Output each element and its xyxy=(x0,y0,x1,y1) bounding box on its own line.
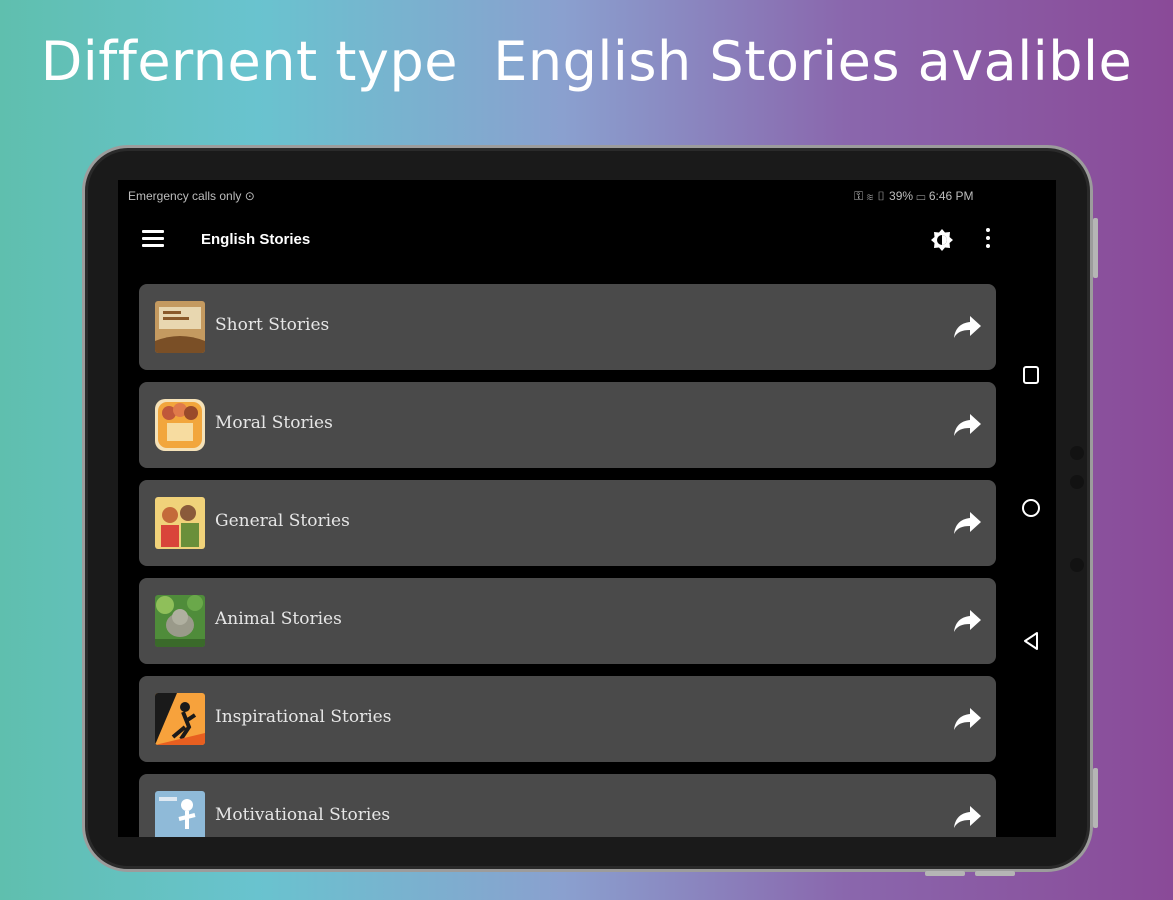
app-bar: English Stories xyxy=(118,212,1056,268)
share-arrow-icon[interactable] xyxy=(953,608,983,634)
category-label: Animal Stories xyxy=(215,609,342,629)
more-vert-icon[interactable] xyxy=(984,228,992,252)
status-carrier-text: Emergency calls only ⊙ xyxy=(128,189,255,203)
short-stories-thumbnail xyxy=(155,301,205,353)
tablet-bottom-button xyxy=(975,871,1015,876)
share-arrow-icon[interactable] xyxy=(953,510,983,536)
status-bar: Emergency calls only ⊙ ⚿ ≋ ▯ 39% ▭ 6:46 … xyxy=(118,180,1056,212)
tablet-camera xyxy=(1070,446,1084,460)
category-label: Motivational Stories xyxy=(215,805,391,825)
share-arrow-icon[interactable] xyxy=(953,314,983,340)
motivational-stories-thumbnail xyxy=(155,791,205,837)
tablet-sensor xyxy=(1070,475,1084,489)
tablet-side-button xyxy=(1093,768,1098,828)
animal-stories-thumbnail xyxy=(155,595,205,647)
nav-back-icon[interactable] xyxy=(1022,631,1040,656)
category-label: Moral Stories xyxy=(215,413,333,433)
category-card-motivational-stories[interactable]: Motivational Stories xyxy=(139,774,996,837)
brightness-icon[interactable] xyxy=(930,228,954,252)
tablet-side-button xyxy=(1093,218,1098,278)
category-card-moral-stories[interactable]: Moral Stories xyxy=(139,382,996,468)
category-card-inspirational-stories[interactable]: Inspirational Stories xyxy=(139,676,996,762)
app-title: English Stories xyxy=(201,231,311,248)
nav-home-icon[interactable] xyxy=(1021,498,1041,523)
category-card-general-stories[interactable]: General Stories xyxy=(139,480,996,566)
inspirational-stories-thumbnail xyxy=(155,693,205,745)
category-label: General Stories xyxy=(215,511,350,531)
category-label: Short Stories xyxy=(215,315,330,335)
category-card-animal-stories[interactable]: Animal Stories xyxy=(139,578,996,664)
general-stories-thumbnail xyxy=(155,497,205,549)
promo-headline: Differnent type English Stories avalible xyxy=(40,30,1133,93)
app-screen: Emergency calls only ⊙ ⚿ ≋ ▯ 39% ▭ 6:46 … xyxy=(118,180,1056,837)
category-card-short-stories[interactable]: Short Stories xyxy=(139,284,996,370)
tablet-sensor xyxy=(1070,558,1084,572)
share-arrow-icon[interactable] xyxy=(953,412,983,438)
moral-stories-thumbnail xyxy=(155,399,205,451)
tablet-bottom-button xyxy=(925,871,965,876)
hamburger-menu-icon[interactable] xyxy=(142,230,164,248)
status-indicators: ⚿ ≋ ▯ 39% ▭ 6:46 PM xyxy=(854,189,974,203)
nav-recents-icon[interactable] xyxy=(1022,365,1040,390)
share-arrow-icon[interactable] xyxy=(953,706,983,732)
category-label: Inspirational Stories xyxy=(215,707,392,727)
share-arrow-icon[interactable] xyxy=(953,804,983,830)
